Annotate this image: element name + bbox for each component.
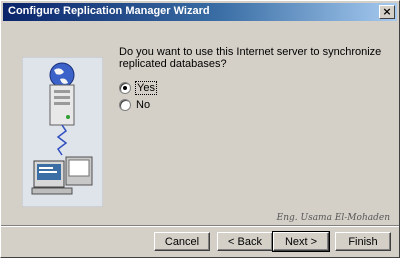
- no-label[interactable]: No: [136, 99, 150, 111]
- cancel-button[interactable]: Cancel: [154, 232, 210, 251]
- finish-button[interactable]: Finish: [335, 232, 391, 251]
- footer-divider: [1, 225, 399, 227]
- question-text: Do you want to use this Internet server …: [119, 46, 382, 70]
- title-bar[interactable]: Configure Replication Manager Wizard ×: [3, 3, 397, 21]
- close-button[interactable]: ×: [379, 5, 395, 19]
- close-icon: ×: [382, 5, 392, 18]
- option-no[interactable]: No: [119, 98, 150, 112]
- yes-radio[interactable]: [119, 82, 131, 94]
- next-button[interactable]: Next >: [272, 231, 330, 252]
- globe-icon: [49, 62, 75, 88]
- server-icon: [49, 84, 75, 126]
- window-title: Configure Replication Manager Wizard: [8, 5, 210, 17]
- back-button[interactable]: < Back: [217, 232, 273, 251]
- signature-watermark: Eng. Usama El-Mohaden: [273, 213, 393, 223]
- server-illustration: [22, 57, 103, 207]
- wizard-window: Configure Replication Manager Wizard × D…: [0, 0, 400, 258]
- no-radio[interactable]: [119, 99, 131, 111]
- option-yes[interactable]: Yes: [119, 81, 157, 95]
- yes-label[interactable]: Yes: [135, 81, 157, 95]
